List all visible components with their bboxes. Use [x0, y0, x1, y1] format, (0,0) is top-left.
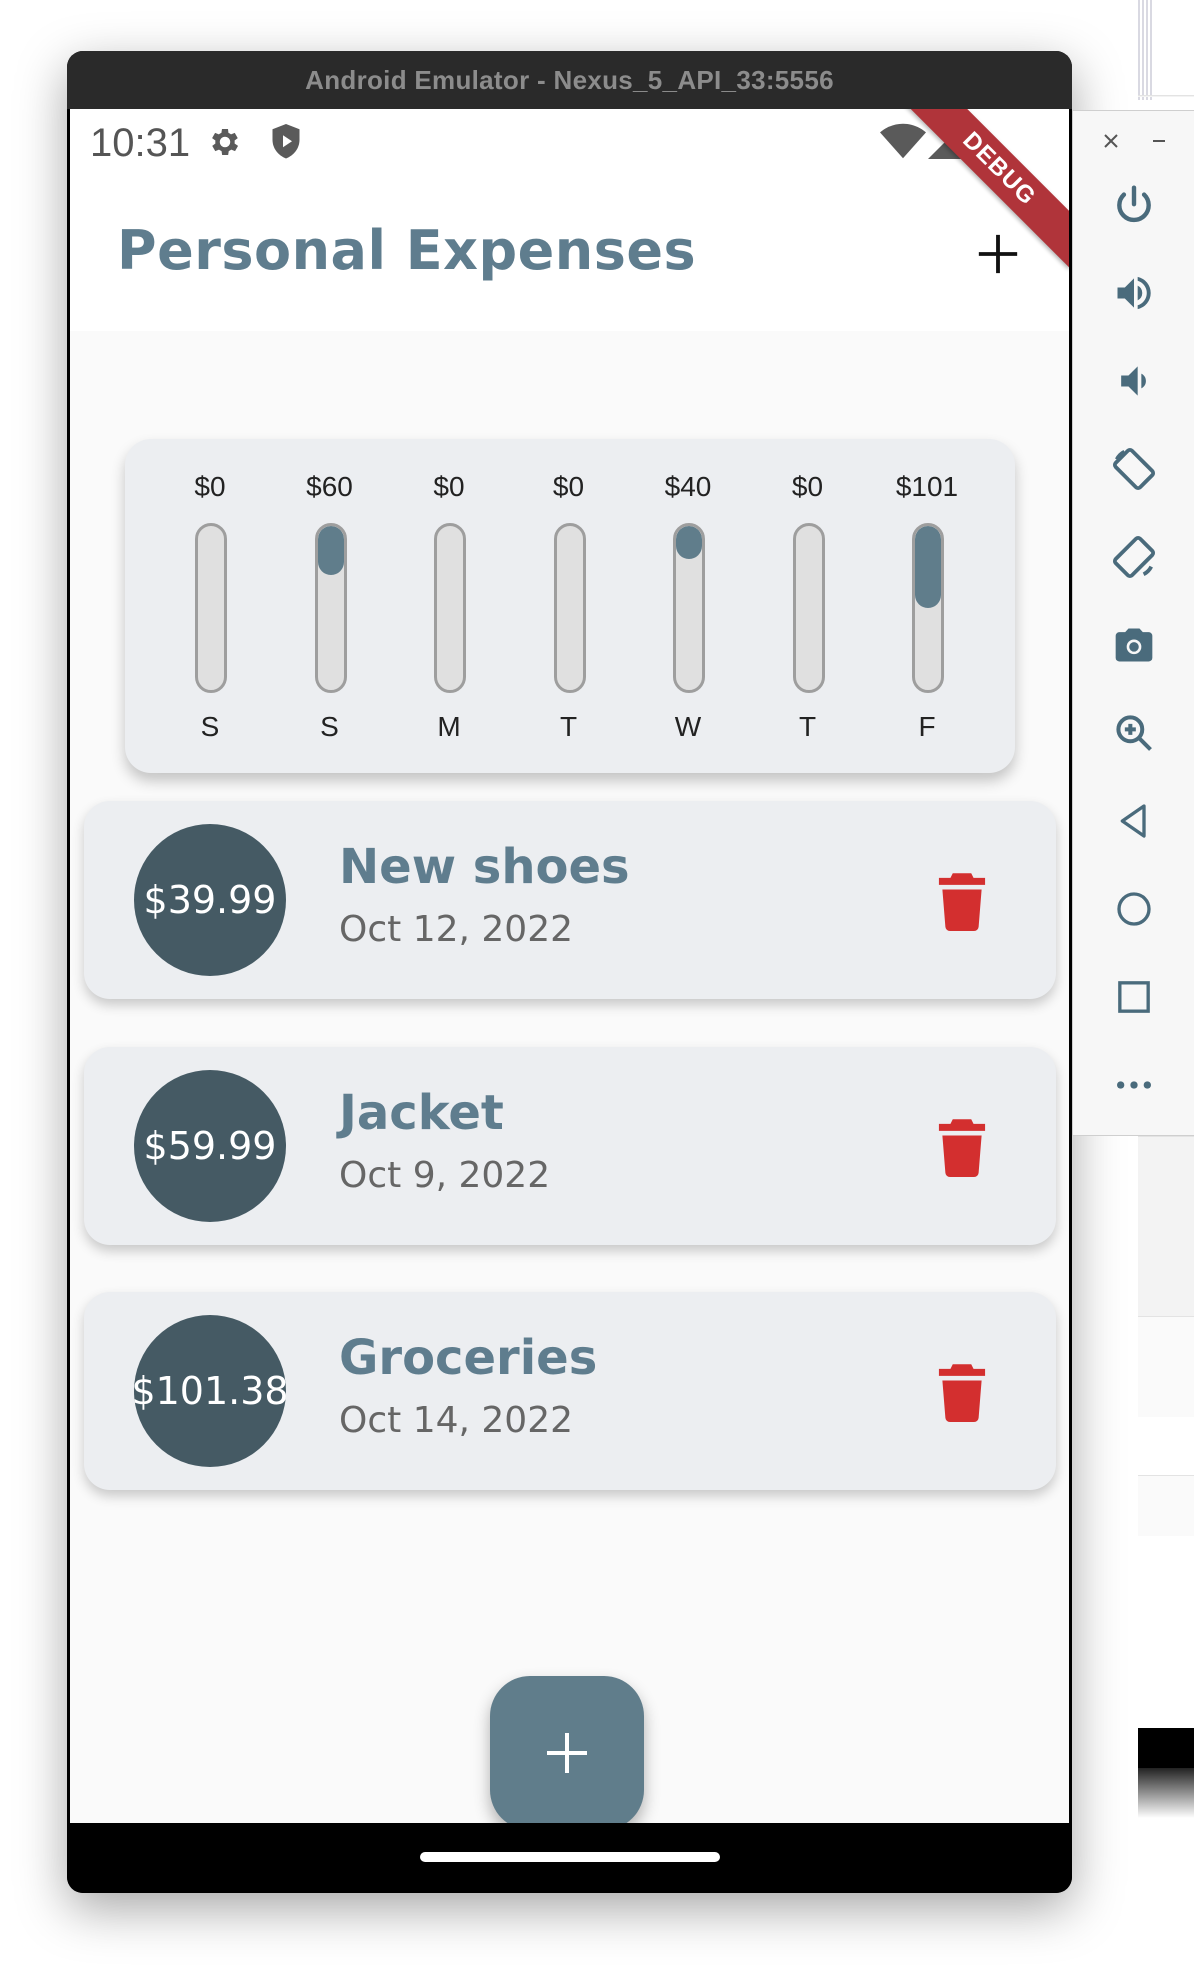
add-transaction-fab[interactable]: [490, 1676, 644, 1823]
background-dark-block: [1138, 1728, 1194, 1768]
chart-bar-column: $60 S: [285, 439, 375, 773]
status-clock: 10:31: [90, 121, 191, 165]
background-divider: [1138, 95, 1194, 97]
chart-bar-track: [553, 523, 586, 693]
chart-day-label: T: [559, 711, 578, 742]
home-gesture-pill[interactable]: [420, 1852, 720, 1862]
plus-icon[interactable]: [975, 231, 1021, 277]
volume-down-button[interactable]: [1103, 350, 1165, 412]
chart-bar-column: $0 S: [165, 439, 255, 773]
chart-bar-track: [912, 523, 944, 693]
chart-bar-column: $0 M: [404, 439, 494, 773]
trash-icon[interactable]: [934, 871, 990, 931]
transaction-title: New shoes: [339, 839, 630, 895]
background-gradient: [1138, 1768, 1194, 1818]
background-noise: [1138, 0, 1152, 100]
back-icon: [1120, 804, 1146, 838]
rotate-left-button[interactable]: [1103, 438, 1165, 500]
chart-bar-track: [195, 523, 227, 693]
transaction-title: Jacket: [339, 1085, 504, 1141]
chart-bar-fill: [676, 526, 702, 559]
chart-bar-amount: $40: [664, 471, 712, 502]
transaction-card: $59.99 Jacket Oct 9, 2022: [84, 1047, 1056, 1245]
trash-icon[interactable]: [934, 1362, 990, 1422]
amount-avatar: $59.99: [134, 1070, 286, 1222]
transaction-amount: $59.99: [143, 1124, 277, 1168]
weekly-chart-card: $0 S $60 S $0 M $0 T $40 W $0 T $101 F: [125, 439, 1015, 773]
more-icon: [1117, 1081, 1151, 1089]
device-screen: 10:31 Personal Expenses DEBUG $0 S $60 S $0 M…: [70, 109, 1069, 1823]
chart-bar-amount: $0: [791, 471, 824, 502]
app-bar: Personal Expenses: [70, 179, 1069, 331]
overview-button[interactable]: [1103, 966, 1165, 1028]
transaction-card: $39.99 New shoes Oct 12, 2022: [84, 801, 1056, 999]
chart-bar-amount: $0: [194, 471, 226, 502]
amount-avatar: $101.38: [131, 1315, 289, 1467]
chart-bar-column: $40 W: [643, 439, 733, 773]
transaction-amount: $101.38: [131, 1369, 289, 1413]
volume-up-icon: [1117, 276, 1151, 310]
chart-bar-amount: $101: [895, 471, 959, 502]
camera-icon: [1115, 628, 1153, 662]
chart-bar-fill: [317, 526, 344, 575]
chart-bar-track: [314, 523, 347, 693]
trash-icon[interactable]: [934, 1117, 990, 1177]
chart-day-label: T: [798, 711, 817, 742]
power-icon: [1117, 185, 1151, 223]
transaction-amount: $39.99: [143, 878, 277, 922]
camera-button[interactable]: [1103, 614, 1165, 676]
chart-bar-column: $0 T: [763, 439, 853, 773]
chart-day-label: W: [674, 711, 702, 742]
amount-avatar: $39.99: [134, 824, 286, 976]
background-panel: [1138, 1316, 1194, 1417]
transaction-date: Oct 9, 2022: [339, 1155, 551, 1196]
chart-bar-amount: $60: [306, 471, 353, 502]
chart-bar-column: $0 T: [524, 439, 614, 773]
chart-day-label: S: [200, 711, 220, 742]
wifi-icon: [880, 123, 926, 159]
transaction-title: Groceries: [339, 1330, 598, 1386]
chart-day-label: F: [918, 711, 936, 742]
close-icon[interactable]: [1101, 131, 1121, 151]
transaction-date: Oct 14, 2022: [339, 1400, 573, 1441]
more-button[interactable]: [1103, 1054, 1165, 1116]
chart-bar-amount: $0: [552, 471, 585, 502]
system-nav-bar: [67, 1823, 1072, 1893]
chart-bar-column: $101 F: [882, 439, 972, 773]
zoom-button[interactable]: [1103, 702, 1165, 764]
power-button[interactable]: [1103, 175, 1165, 237]
volume-down-icon: [1121, 366, 1146, 396]
back-button[interactable]: [1103, 790, 1165, 852]
transaction-date: Oct 12, 2022: [339, 909, 573, 950]
transaction-card: $101.38 Groceries Oct 14, 2022: [84, 1292, 1056, 1490]
volume-up-button[interactable]: [1103, 262, 1165, 324]
page-title: Personal Expenses: [117, 219, 697, 282]
emulator-side-toolbar: [1072, 110, 1194, 1136]
overview-icon: [1118, 981, 1150, 1013]
background-panel: [1138, 1136, 1194, 1317]
chart-day-label: S: [320, 711, 339, 742]
chart-day-label: M: [437, 711, 461, 742]
window-title: Android Emulator - Nexus_5_API_33:5556: [305, 64, 834, 95]
chart-bar-track: [792, 523, 825, 693]
rotate-right-icon: [1112, 535, 1156, 579]
background-panel: [1138, 1475, 1194, 1536]
plus-icon: [547, 1733, 587, 1773]
rotate-right-button[interactable]: [1103, 526, 1165, 588]
window-title-bar[interactable]: Android Emulator - Nexus_5_API_33:5556: [67, 51, 1072, 109]
rotate-left-icon: [1112, 447, 1156, 491]
status-bar: 10:31: [70, 109, 1069, 179]
gear-icon: [212, 128, 239, 156]
chart-bar-track: [434, 523, 466, 693]
chart-bar-track: [673, 523, 705, 693]
shield-play-icon: [272, 124, 300, 159]
home-icon: [1117, 892, 1151, 926]
emulator-window: Android Emulator - Nexus_5_API_33:5556 1…: [67, 51, 1072, 1893]
home-button[interactable]: [1103, 878, 1165, 940]
chart-bar-amount: $0: [433, 471, 465, 502]
zoom-icon: [1116, 715, 1152, 751]
minimize-icon[interactable]: [1149, 131, 1169, 151]
chart-bar-fill: [915, 526, 941, 609]
